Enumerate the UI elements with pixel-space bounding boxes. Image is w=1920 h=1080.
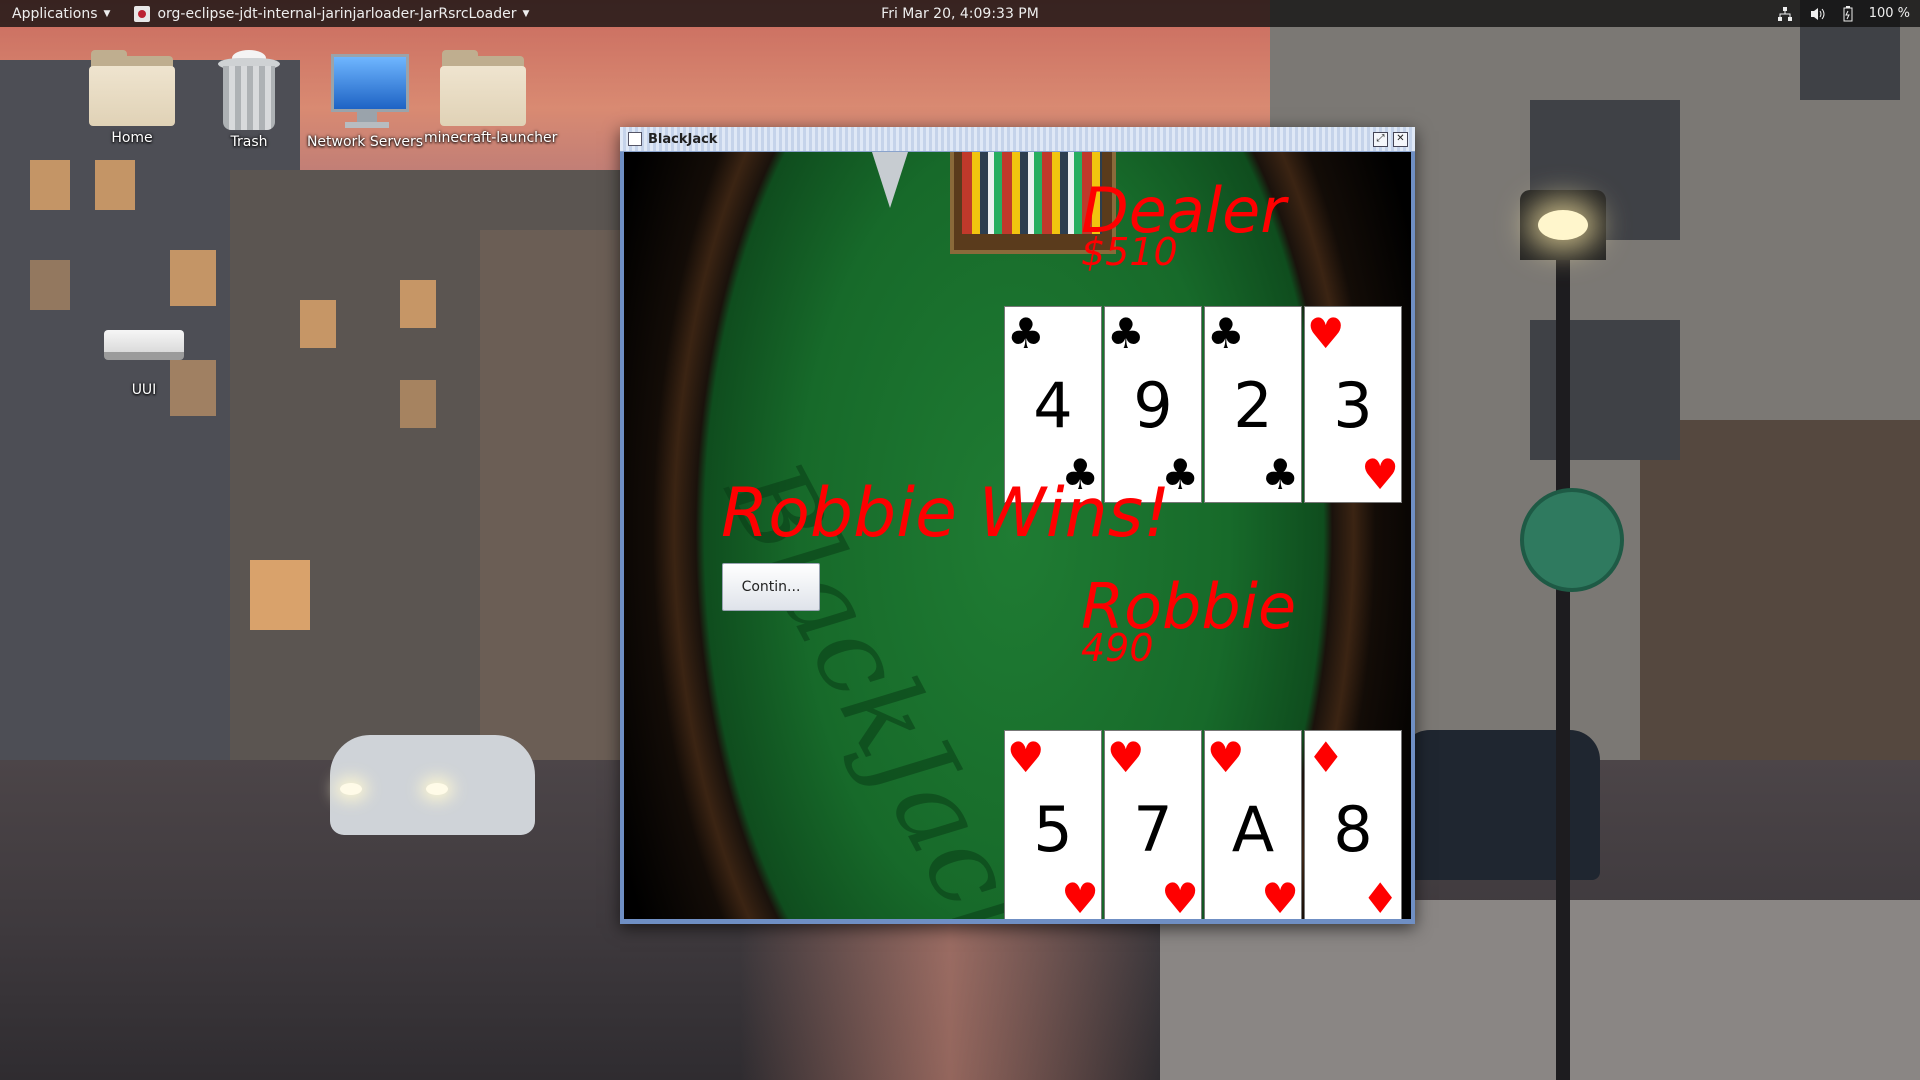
chevron-down-icon: ▼ xyxy=(522,8,530,19)
card-suit-icon: ♥ xyxy=(1307,309,1345,358)
playing-card: ♣ 2 ♣ xyxy=(1204,306,1302,503)
player-money: 490 xyxy=(1081,626,1154,670)
background-window xyxy=(30,260,70,310)
player-hand: ♥ 5 ♥ ♥ 7 ♥ ♥ A ♥ ♦ 8 ♦ xyxy=(1004,730,1402,919)
card-rank: A xyxy=(1231,793,1275,866)
card-suit-icon: ♣ xyxy=(1261,450,1299,499)
background-window xyxy=(95,160,135,210)
folder-icon xyxy=(440,50,526,126)
close-icon[interactable]: ✕ xyxy=(1393,132,1408,147)
window-title: BlackJack xyxy=(648,131,718,147)
battery-icon[interactable] xyxy=(1843,5,1853,22)
network-icon[interactable] xyxy=(1777,6,1793,22)
desktop-icon-minecraft-launcher[interactable]: minecraft-launcher xyxy=(424,50,558,146)
game-table: BlackJack Dealer $510 ♣ 4 ♣ ♣ 9 ♣ ♣ 2 ♣ … xyxy=(624,152,1411,919)
background-window xyxy=(250,560,310,630)
car-headlight xyxy=(426,783,448,795)
card-suit-icon: ♥ xyxy=(1161,874,1199,920)
background-window xyxy=(1530,320,1680,460)
desktop-icon-label: Trash xyxy=(230,134,268,150)
card-suit-icon: ♥ xyxy=(1061,874,1099,920)
continue-button[interactable]: Contin... xyxy=(722,563,820,611)
card-suit-icon: ♥ xyxy=(1207,733,1245,782)
card-rank: 8 xyxy=(1333,793,1373,866)
table-ornament xyxy=(872,152,908,208)
volume-icon[interactable] xyxy=(1809,6,1827,22)
drive-icon xyxy=(104,308,184,378)
desktop-icon-uui[interactable]: UUI xyxy=(85,308,203,398)
street-lamp-post xyxy=(1556,200,1570,1080)
card-suit-icon: ♦ xyxy=(1307,733,1345,782)
java-app-icon xyxy=(134,5,151,22)
background-window xyxy=(400,380,436,428)
card-suit-icon: ♥ xyxy=(1107,733,1145,782)
blackjack-window[interactable]: BlackJack ⤢ ✕ BlackJack Dealer $510 ♣ 4 … xyxy=(620,127,1415,924)
desktop-icon-label: Home xyxy=(111,130,153,146)
desktop-icon-label: UUI xyxy=(131,382,157,398)
card-suit-icon: ♣ xyxy=(1207,309,1245,358)
background-window xyxy=(170,250,216,306)
applications-menu[interactable]: Applications ▼ xyxy=(0,0,122,27)
home-folder-icon xyxy=(89,50,175,126)
active-app-menu[interactable]: org-eclipse-jdt-internal-jarinjarloader-… xyxy=(122,0,541,27)
dealer-money: $510 xyxy=(1081,230,1178,274)
maximize-icon[interactable]: ⤢ xyxy=(1373,132,1388,147)
card-rank: 2 xyxy=(1233,369,1273,442)
background-building-far xyxy=(480,230,630,770)
clock[interactable]: Fri Mar 20, 4:09:33 PM xyxy=(881,6,1039,22)
trash-icon xyxy=(218,50,280,130)
card-rank: 5 xyxy=(1033,793,1073,866)
network-servers-icon xyxy=(317,50,413,130)
bus-stop-sign xyxy=(1520,488,1624,592)
playing-card: ♥ 5 ♥ xyxy=(1004,730,1102,919)
background-window xyxy=(30,160,70,210)
card-suit-icon: ♣ xyxy=(1107,309,1145,358)
card-rank: 9 xyxy=(1133,369,1173,442)
playing-card: ♥ A ♥ xyxy=(1204,730,1302,919)
desktop-icon-trash[interactable]: Trash xyxy=(190,50,308,150)
background-reflection xyxy=(740,920,1160,1080)
card-rank: 4 xyxy=(1033,369,1073,442)
car-headlight xyxy=(340,783,362,795)
background-window xyxy=(300,300,336,348)
desktop-icon-home[interactable]: Home xyxy=(73,50,191,146)
card-suit-icon: ♣ xyxy=(1007,309,1045,358)
playing-card: ♦ 8 ♦ xyxy=(1304,730,1402,919)
playing-card: ♥ 3 ♥ xyxy=(1304,306,1402,503)
system-tray[interactable]: 100 % xyxy=(1777,0,1910,27)
applications-label: Applications xyxy=(12,5,98,22)
card-rank: 3 xyxy=(1333,369,1373,442)
active-app-label: org-eclipse-jdt-internal-jarinjarloader-… xyxy=(157,5,517,22)
battery-level: 100 % xyxy=(1868,6,1910,21)
card-suit-icon: ♦ xyxy=(1361,874,1399,920)
background-car xyxy=(330,735,535,835)
desktop-icon-network-servers[interactable]: Network Servers xyxy=(306,50,424,150)
card-rank: 7 xyxy=(1133,793,1173,866)
card-suit-icon: ♥ xyxy=(1361,450,1399,499)
background-window xyxy=(400,280,436,328)
card-suit-icon: ♥ xyxy=(1007,733,1045,782)
background-dark-car xyxy=(1400,730,1600,880)
window-titlebar[interactable]: BlackJack ⤢ ✕ xyxy=(620,127,1415,152)
card-suit-icon: ♥ xyxy=(1261,874,1299,920)
playing-card: ♥ 7 ♥ xyxy=(1104,730,1202,919)
result-message: Robbie Wins! xyxy=(721,474,1171,553)
desktop-icon-label: minecraft-launcher xyxy=(424,130,558,146)
background-sidewalk xyxy=(1160,900,1920,1080)
window-icon xyxy=(628,132,642,146)
desktop-icon-label: Network Servers xyxy=(306,134,424,150)
chevron-down-icon: ▼ xyxy=(103,8,111,19)
top-panel: Applications ▼ org-eclipse-jdt-internal-… xyxy=(0,0,1920,27)
street-lamp-light xyxy=(1538,210,1588,240)
